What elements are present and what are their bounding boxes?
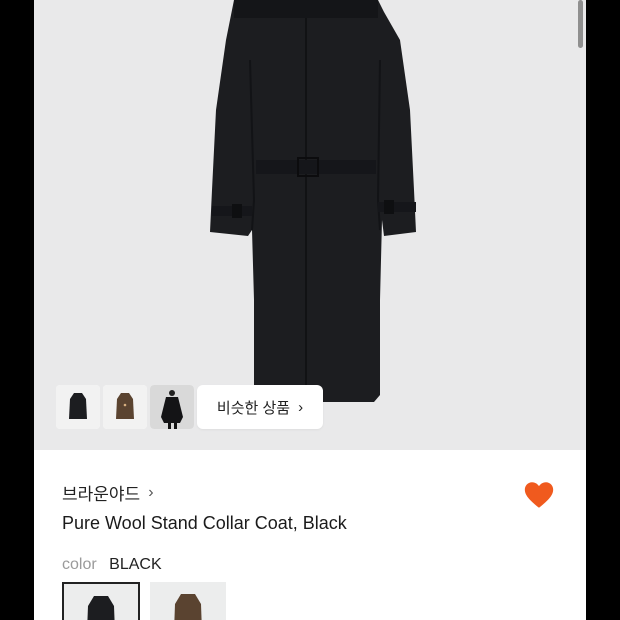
black-coat-thumbnail[interactable] xyxy=(56,385,100,429)
coat-product-image xyxy=(210,0,416,402)
similar-products-label: 비슷한 상품 xyxy=(216,399,291,417)
brown-coat-thumbnail[interactable] xyxy=(103,385,147,429)
swatch-black[interactable] xyxy=(62,582,140,620)
product-screen: 비슷한 상품 › 브라운야드 › Pure Wool Stand Collar … xyxy=(34,0,586,620)
chevron-right-icon: › xyxy=(148,483,154,501)
brand-link[interactable]: 브라운야드 › xyxy=(62,480,154,505)
product-image-area[interactable]: 비슷한 상품 › xyxy=(34,0,586,450)
product-title: Pure Wool Stand Collar Coat, Black xyxy=(62,513,347,533)
model-coat-thumbnail[interactable] xyxy=(150,385,194,429)
color-value: BLACK xyxy=(109,556,162,573)
brand-name: 브라운야드 xyxy=(62,485,141,504)
color-label: color xyxy=(62,556,97,573)
scrollbar[interactable] xyxy=(578,0,583,48)
similar-products-button[interactable]: 비슷한 상품 › xyxy=(197,385,323,429)
swatch-brown[interactable] xyxy=(150,582,226,620)
color-selector: color BLACK xyxy=(62,556,162,574)
heart-icon[interactable] xyxy=(522,478,556,512)
chevron-right-icon: › xyxy=(298,398,304,416)
